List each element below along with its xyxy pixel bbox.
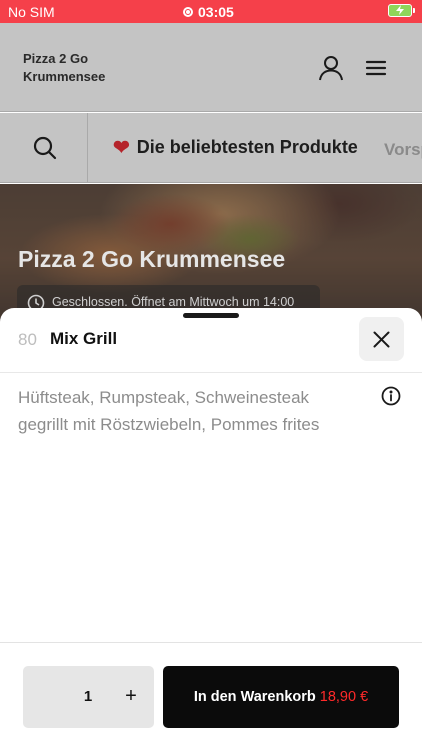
carrier-label: No SIM [8, 4, 55, 20]
user-icon[interactable] [318, 55, 344, 86]
clock: 03:05 [183, 4, 234, 20]
battery-icon [388, 4, 415, 17]
app-header: Pizza 2 Go Krummensee [0, 23, 422, 112]
divider [0, 372, 422, 373]
item-name: Mix Grill [50, 329, 118, 348]
quantity-increase-button[interactable]: + [119, 682, 143, 710]
close-button[interactable] [359, 317, 404, 361]
brand-line-2: Krummensee [23, 69, 106, 84]
info-icon[interactable] [381, 386, 401, 411]
quantity-stepper: 1 + [23, 666, 154, 728]
opening-status-text: Geschlossen. Öffnet am Mittwoch um 14:00 [52, 295, 295, 309]
time-label: 03:05 [198, 4, 234, 20]
category-bar: ❤ Die beliebtesten Produkte Vorspeisen [0, 113, 422, 183]
item-price: 18,90 € [319, 689, 369, 705]
add-to-cart-button[interactable]: In den Warenkorb 18,90 € [163, 666, 399, 728]
category-tab-label: Die beliebtesten Produkte [136, 137, 358, 157]
sheet-grabber[interactable] [183, 313, 239, 318]
heart-icon: ❤ [113, 136, 130, 159]
status-bar: No SIM 03:05 [0, 0, 422, 23]
brand-line-1: Pizza 2 Go [23, 51, 89, 66]
add-to-cart-label: In den Warenkorb [193, 689, 316, 705]
order-footer: 1 + In den Warenkorb 18,90 € [0, 642, 422, 750]
quantity-value[interactable]: 1 [81, 688, 95, 705]
restaurant-title: Pizza 2 Go Krummensee [18, 246, 286, 272]
recording-icon [183, 7, 193, 17]
category-tab-next[interactable]: Vorspeisen [384, 140, 422, 160]
restaurant-brand[interactable]: Pizza 2 Go Krummensee [23, 50, 105, 86]
hamburger-menu-icon[interactable] [365, 60, 387, 81]
search-icon [33, 136, 57, 160]
item-number: 80 [18, 330, 37, 349]
close-icon [373, 331, 390, 348]
category-tab-popular[interactable]: ❤ Die beliebtesten Produkte [113, 137, 358, 158]
item-description: Hüftsteak, Rumpsteak, Schweinesteak gegr… [18, 388, 320, 434]
search-button[interactable] [0, 113, 88, 182]
